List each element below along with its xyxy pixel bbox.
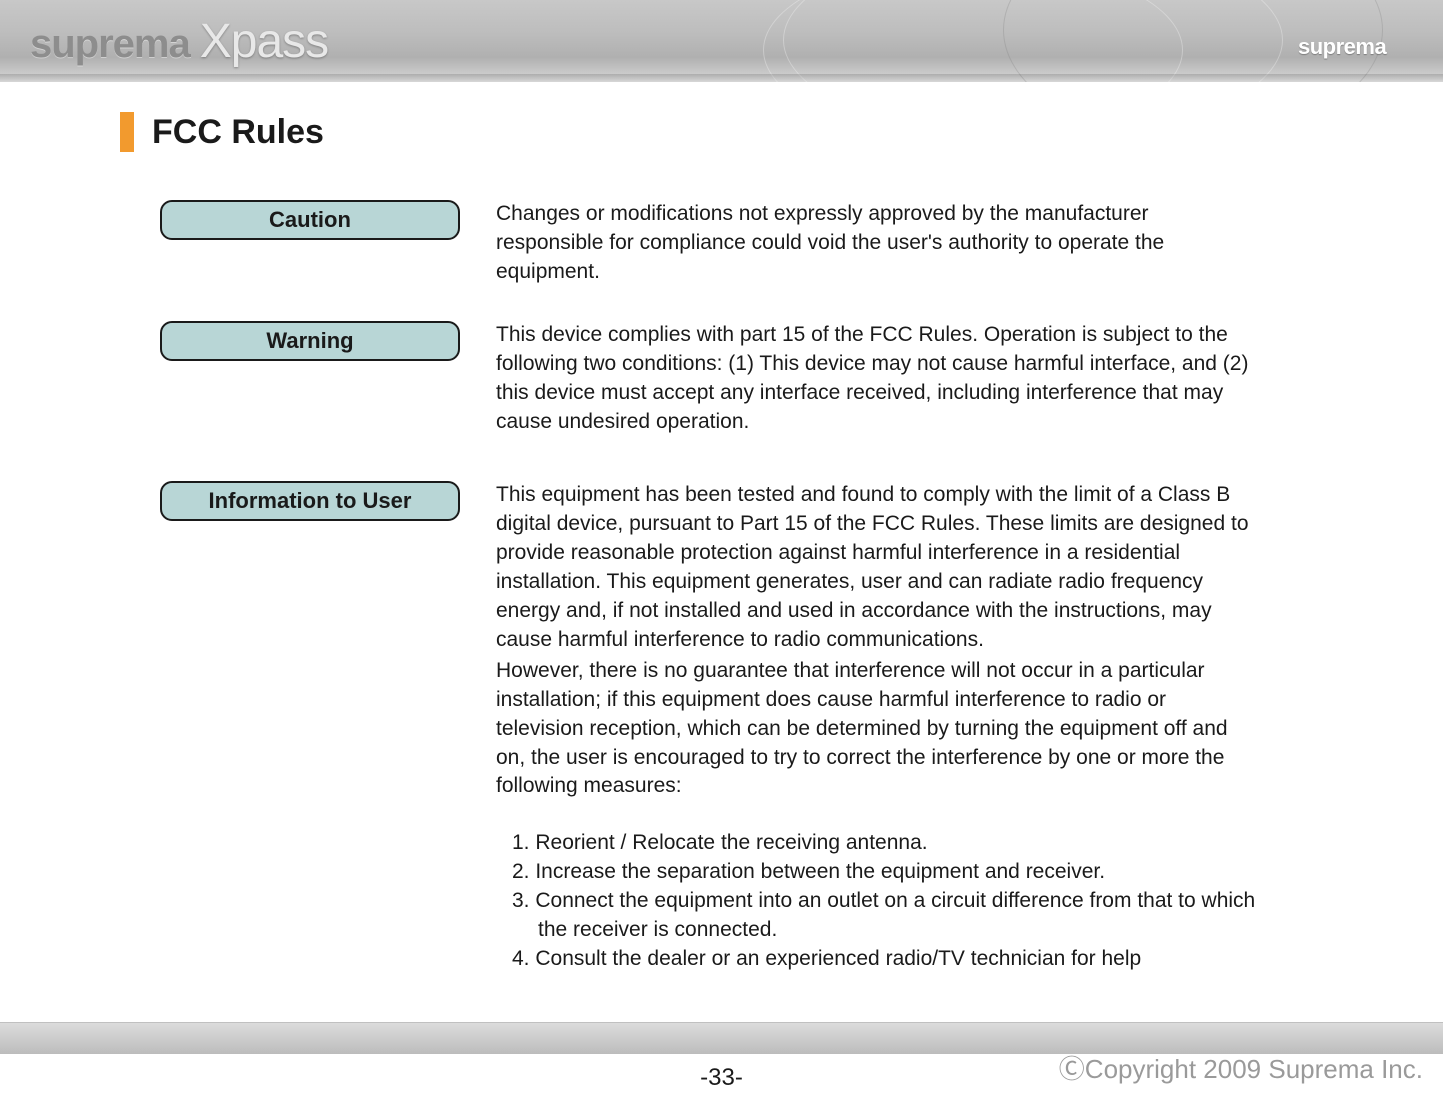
measure-item-2: 2. Increase the separation between the e… <box>512 858 1256 887</box>
information-label: Information to User <box>160 481 460 521</box>
section-warning: Warning This device complies with part 1… <box>160 321 1443 437</box>
caution-label: Caution <box>160 200 460 240</box>
suprema-badge: suprema <box>1243 8 1423 70</box>
brand-prefix: suprema <box>30 22 190 67</box>
copyright-text: ⒸCopyright 2009 Suprema Inc. <box>1059 1049 1423 1086</box>
title-accent-bar-icon <box>120 112 134 152</box>
brand-logo: suprema Xpass <box>30 14 328 69</box>
decorative-swirl <box>783 0 1283 82</box>
section-caution: Caution Changes or modifications not exp… <box>160 200 1443 287</box>
decorative-swirl <box>763 0 1183 82</box>
measure-item-3: 3. Connect the equipment into an outlet … <box>512 887 1256 945</box>
page-title: FCC Rules <box>152 113 324 152</box>
information-body: This equipment has been tested and found… <box>496 481 1256 975</box>
measures-list: 1. Reorient / Relocate the receiving ant… <box>496 829 1256 974</box>
warning-label: Warning <box>160 321 460 361</box>
warning-body: This device complies with part 15 of the… <box>496 321 1256 437</box>
information-paragraph-1: This equipment has been tested and found… <box>496 481 1256 655</box>
page-content: FCC Rules Caution Changes or modificatio… <box>0 82 1443 1022</box>
brand-product: Xpass <box>200 14 328 69</box>
section-information-to-user: Information to User This equipment has b… <box>160 481 1443 975</box>
badge-text: suprema <box>1298 34 1386 60</box>
caution-body: Changes or modifications not expressly a… <box>496 200 1256 287</box>
page-number: -33- <box>700 1064 743 1092</box>
measure-item-4: 4. Consult the dealer or an experienced … <box>512 945 1256 974</box>
information-paragraph-2: However, there is no guarantee that inte… <box>496 657 1256 802</box>
measure-item-1: 1. Reorient / Relocate the receiving ant… <box>512 829 1256 858</box>
footer: -33- ⒸCopyright 2009 Suprema Inc. <box>0 1022 1443 1100</box>
page-title-block: FCC Rules <box>120 112 1443 152</box>
header-banner: suprema Xpass suprema <box>0 0 1443 82</box>
